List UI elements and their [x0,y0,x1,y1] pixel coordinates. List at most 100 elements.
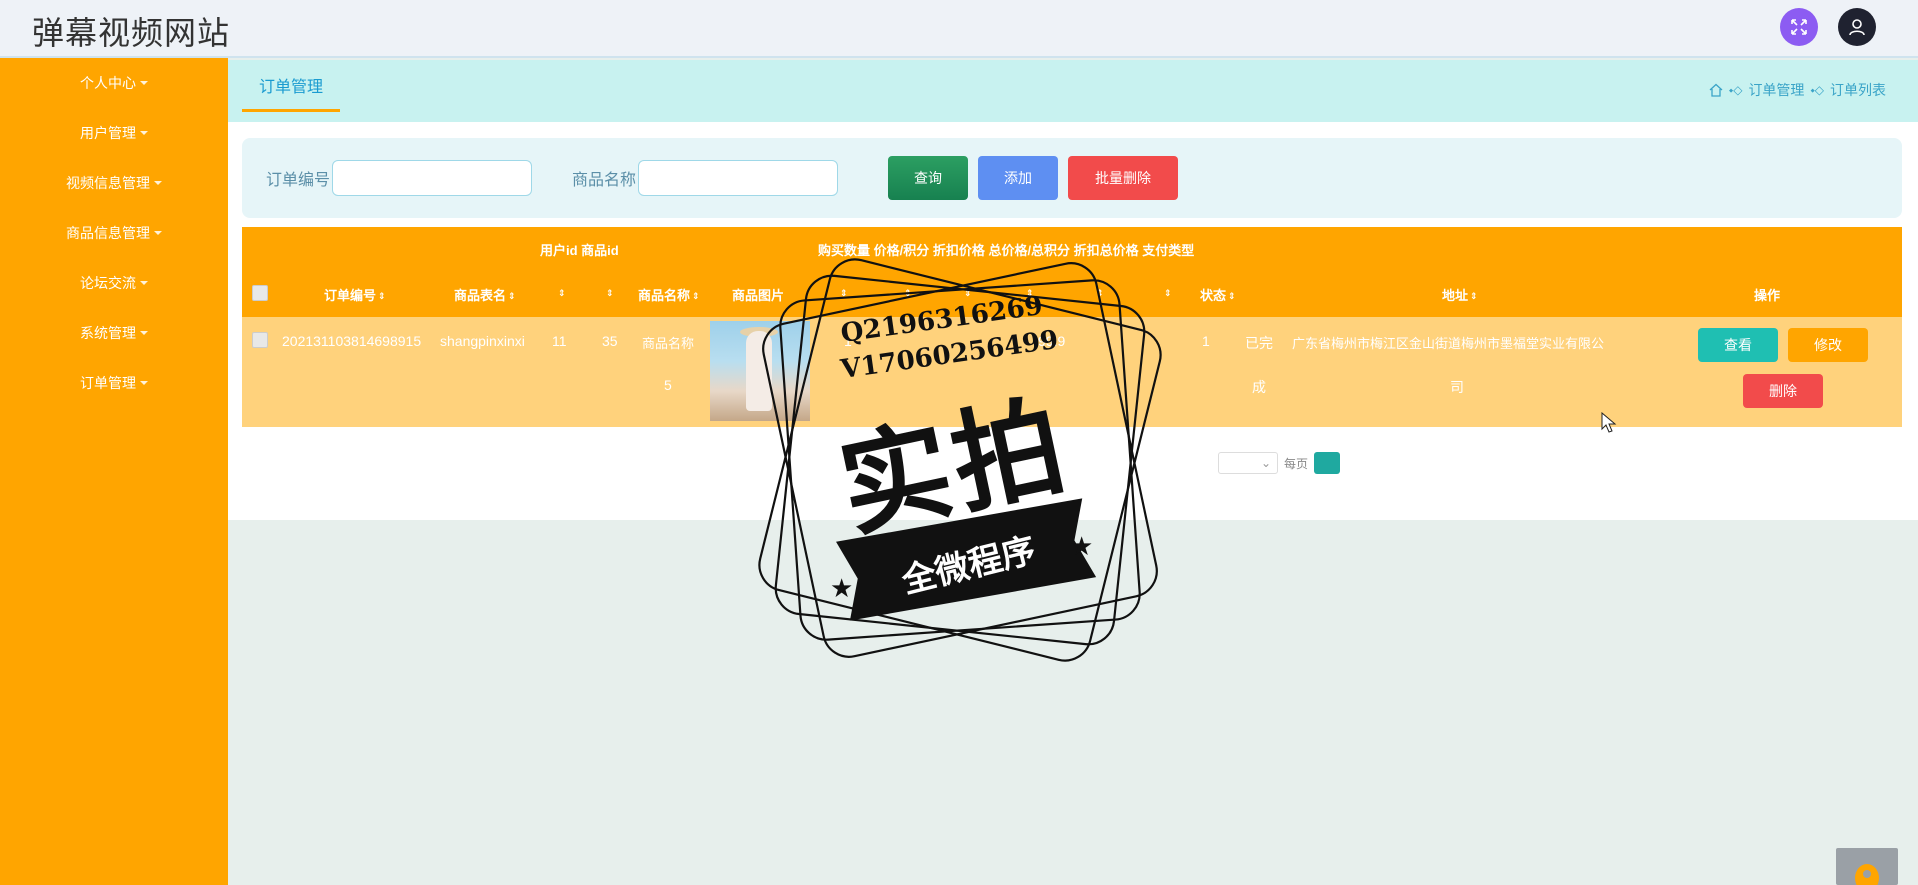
chevron-down-icon: ⌄ [1260,456,1271,470]
order-no-label: 订单编号 [266,172,331,189]
header-quantity-sort[interactable]: ⇕ [838,285,848,300]
sidebar-item-label: 系统管理 [80,325,136,341]
header-status[interactable]: 状态 ⇕ [1200,285,1236,304]
sidebar-item-system-management[interactable]: 系统管理 [0,308,228,358]
header-price-group: 购买数量 价格/积分 折扣价格 总价格/总积分 折扣总价格 支付类型 [818,243,1195,258]
header-address[interactable]: 地址 ⇕ [1442,285,1478,304]
content-panel: 订单编号 商品名称 查询 添加 批量删除 用户id 商品id 购买数量 价格/积… [228,122,1918,520]
breadcrumb: ⬩◇ 订单管理 ⬩◇ 订单列表 [1709,80,1886,100]
cell-product-name-line1: 商品名称 [642,336,695,351]
breadcrumb-item-order-management[interactable]: 订单管理 [1748,80,1804,100]
batch-delete-button[interactable]: 批量删除 [1068,156,1178,200]
sort-icon: ⇕ [378,291,386,302]
home-icon[interactable] [1709,83,1723,97]
header-table-name[interactable]: 商品表名 ⇕ [454,285,516,304]
cell-order-no: 202131103814698915 [282,333,422,349]
header-order-no[interactable]: 订单编号 ⇕ [324,285,386,304]
sidebar-item-label: 订单管理 [80,375,136,391]
page-button[interactable] [1314,452,1341,474]
app-title: 弹幕视频网站 [32,14,231,52]
orders-table: 用户id 商品id 购买数量 价格/积分 折扣价格 总价格/总积分 折扣总价格 … [242,227,1902,427]
sort-icon: ⇕ [1026,288,1034,299]
sidebar-item-user-management[interactable]: 用户管理 [0,108,228,158]
sort-icon: ⇕ [606,288,614,299]
user-button[interactable] [1838,8,1876,46]
delete-button[interactable]: 删除 [1743,374,1823,408]
cell-status-line2: 成 [1252,379,1266,395]
sidebar-item-label: 视频信息管理 [66,175,150,191]
cell-user-id: 11 [552,333,567,349]
header-actions: 操作 [1754,288,1781,303]
sort-icon: ⇕ [558,288,566,299]
product-name-input[interactable] [638,160,838,196]
breadcrumb-item-order-list: 订单列表 [1830,82,1886,98]
product-name-label: 商品名称 [572,172,637,189]
caret-down-icon [140,331,148,335]
select-all-checkbox[interactable] [252,285,268,301]
header-product-id-sort[interactable]: ⇕ [604,285,614,300]
sidebar-item-label: 论坛交流 [80,275,136,291]
back-to-top-button[interactable] [1836,848,1898,885]
query-button[interactable]: 查询 [888,156,968,200]
sidebar-item-order-management[interactable]: 订单管理 [0,358,228,408]
tab-order-management[interactable]: 订单管理 [242,60,340,112]
sidebar-item-video-management[interactable]: 视频信息管理 [0,158,228,208]
header-user-product-ids: 用户id 商品id [540,243,619,258]
sort-icon: ⇕ [964,288,972,299]
caret-down-icon [154,181,162,185]
fullscreen-toggle-icon [1791,19,1807,35]
sort-icon: ⇕ [1228,291,1236,302]
sidebar-item-label: 个人中心 [80,75,136,91]
cell-address-line1: 广东省梅州市梅江区金山街道梅州市墨福堂实业有限公 [1292,336,1605,351]
view-button[interactable]: 查看 [1698,328,1778,362]
edit-button[interactable]: 修改 [1788,328,1868,362]
svg-text:★: ★ [830,573,853,603]
sort-icon: ⇕ [1470,291,1478,302]
sidebar-item-product-management[interactable]: 商品信息管理 [0,208,228,258]
header-discount-price-sort[interactable]: ⇕ [962,285,972,300]
header-total-price-sort[interactable]: ⇕ [1024,285,1034,300]
mouse-cursor-icon [1601,412,1617,433]
breadcrumb-separator-icon: ⬩◇ [1728,82,1743,97]
cell-quantity: 1 [844,333,852,349]
top-bar: 弹幕视频网站 [0,0,1918,58]
caret-down-icon [140,81,148,85]
cell-payment-type: 1 [1202,333,1210,349]
tab-strip: 订单管理 ⬩◇ 订单管理 ⬩◇ 订单列表 [228,60,1918,122]
breadcrumb-separator-icon: ⬩◇ [1810,82,1824,97]
cell-total-price: 99.9 [1038,333,1066,349]
header-product-image: 商品图片 [732,288,785,303]
sort-icon: ⇕ [840,288,848,299]
product-image[interactable] [710,321,810,421]
caret-down-icon [154,231,162,235]
cell-table-name: shangpinxinxi [440,333,525,349]
caret-down-icon [140,281,148,285]
order-no-input[interactable] [332,160,532,196]
caret-down-icon [140,381,148,385]
table-row: 202131103814698915 shangpinxinxi 11 35 商… [242,317,1902,427]
svg-text:★: ★ [1070,531,1093,561]
header-product-name[interactable]: 商品名称 ⇕ [638,285,700,304]
rocket-icon [1855,864,1879,885]
header-payment-type-sort[interactable]: ⇕ [1162,285,1172,300]
sort-icon: ⇕ [692,291,700,302]
header-price-sort[interactable]: ⇕ [902,285,912,300]
sidebar-item-personal-center[interactable]: 个人中心 [0,58,228,108]
search-form: 订单编号 商品名称 查询 添加 批量删除 [242,138,1902,218]
sort-icon: ⇕ [1096,288,1104,299]
header-discount-total-sort[interactable]: ⇕ [1094,285,1104,300]
sidebar: 个人中心 用户管理 视频信息管理 商品信息管理 论坛交流 系统管理 订单管理 [0,58,228,885]
sort-icon: ⇕ [1164,288,1172,299]
watermark-banner-text: 全微程序 [898,530,1040,602]
cell-status-line1: 已完 [1245,335,1273,351]
header-user-id-sort[interactable]: ⇕ [556,285,566,300]
fullscreen-button[interactable] [1780,8,1818,46]
cell-address-line2: 司 [1450,379,1464,395]
sidebar-item-forum[interactable]: 论坛交流 [0,258,228,308]
page-size-select[interactable]: ⌄ [1218,452,1278,474]
user-avatar-icon [1849,19,1865,36]
add-button[interactable]: 添加 [978,156,1058,200]
cell-product-id: 35 [602,333,618,349]
cell-product-name-line2: 5 [664,377,672,393]
row-checkbox[interactable] [252,332,268,348]
